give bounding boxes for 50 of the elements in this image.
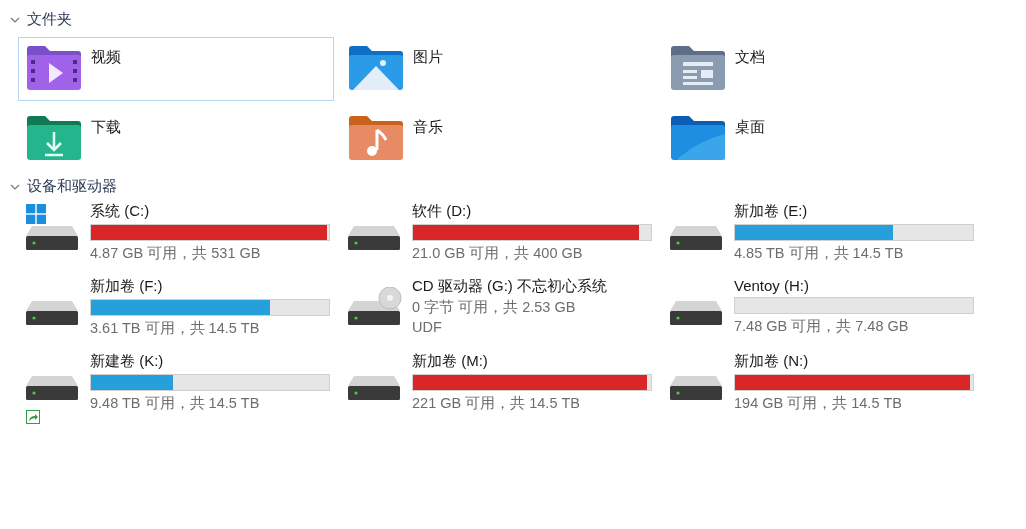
file-system-text: UDF: [412, 319, 443, 335]
drive-name: 新建卷 (K:): [90, 352, 165, 371]
folder-tile[interactable]: 图片: [340, 37, 656, 101]
folder-name: 下载: [91, 117, 121, 137]
drive-item[interactable]: 新加卷 (M:) 221 GB 可用，共 14.5 TB: [346, 352, 668, 427]
folder-icon: [671, 116, 725, 160]
drive-name: 新加卷 (N:): [734, 352, 810, 371]
free-space-text: 221 GB 可用，共 14.5 TB: [412, 394, 581, 413]
chevron-icon: [10, 16, 20, 23]
folder-tile[interactable]: 音乐: [340, 107, 656, 171]
free-space-text: 3.61 TB 可用，共 14.5 TB: [90, 319, 261, 338]
free-space-text: 0 字节 可用，共 2.53 GB: [412, 298, 577, 317]
document-folder-icon: [671, 46, 725, 90]
folder-tile[interactable]: 视频: [18, 37, 334, 101]
folder-name: 图片: [413, 47, 443, 67]
drive-name: 系统 (C:): [90, 202, 151, 221]
drive-name: 新加卷 (E:): [734, 202, 809, 221]
drive-item[interactable]: 系统 (C:) 4.87 GB 可用，共 531 GB: [24, 202, 346, 277]
free-space-text: 4.85 TB 可用，共 14.5 TB: [734, 244, 905, 263]
drive-item[interactable]: Ventoy (H:) 7.48 GB 可用，共 7.48 GB: [668, 277, 990, 352]
section-header[interactable]: 设备和驱动器: [6, 175, 121, 198]
folder-tile[interactable]: 文档: [662, 37, 978, 101]
drive-name: 新加卷 (M:): [412, 352, 489, 371]
folder-tile[interactable]: 桌面: [662, 107, 978, 171]
folder-name: 视频: [91, 47, 121, 67]
drive-item[interactable]: 软件 (D:) 21.0 GB 可用，共 400 GB: [346, 202, 668, 277]
music-folder-icon: [349, 116, 403, 160]
chevron-icon: [10, 183, 20, 190]
free-space-text: 21.0 GB 可用，共 400 GB: [412, 244, 584, 263]
drive-item[interactable]: CD 驱动器 (G:) 不忘初心系统 0 字节 可用，共 2.53 GB UDF: [346, 277, 668, 352]
drive-item[interactable]: 新加卷 (N:) 194 GB 可用，共 14.5 TB: [668, 352, 990, 427]
free-space-text: 4.87 GB 可用，共 531 GB: [90, 244, 262, 263]
drive-name: 新加卷 (F:): [90, 277, 164, 296]
drive-item[interactable]: 新加卷 (E:) 4.85 TB 可用，共 14.5 TB: [668, 202, 990, 277]
download-folder-icon: [27, 116, 81, 160]
free-space-text: 194 GB 可用，共 14.5 TB: [734, 394, 903, 413]
video-folder-icon: [27, 46, 81, 90]
picture-folder-icon: [349, 46, 403, 90]
folder-name: 桌面: [735, 117, 765, 137]
drive-name: Ventoy (H:): [734, 277, 811, 294]
drive-item[interactable]: 新建卷 (K:) 9.48 TB 可用，共 14.5 TB: [24, 352, 346, 427]
folder-name: 音乐: [413, 117, 443, 137]
drive-name: CD 驱动器 (G:) 不忘初心系统: [412, 277, 608, 296]
free-space-text: 7.48 GB 可用，共 7.48 GB: [734, 317, 910, 336]
free-space-text: 9.48 TB 可用，共 14.5 TB: [90, 394, 261, 413]
folder-name: 文档: [735, 47, 765, 67]
folder-tile[interactable]: 下载: [18, 107, 334, 171]
drive-item[interactable]: 新加卷 (F:) 3.61 TB 可用，共 14.5 TB: [24, 277, 346, 352]
drive-name: 软件 (D:): [412, 202, 473, 221]
section-header[interactable]: 文件夹: [6, 8, 76, 31]
